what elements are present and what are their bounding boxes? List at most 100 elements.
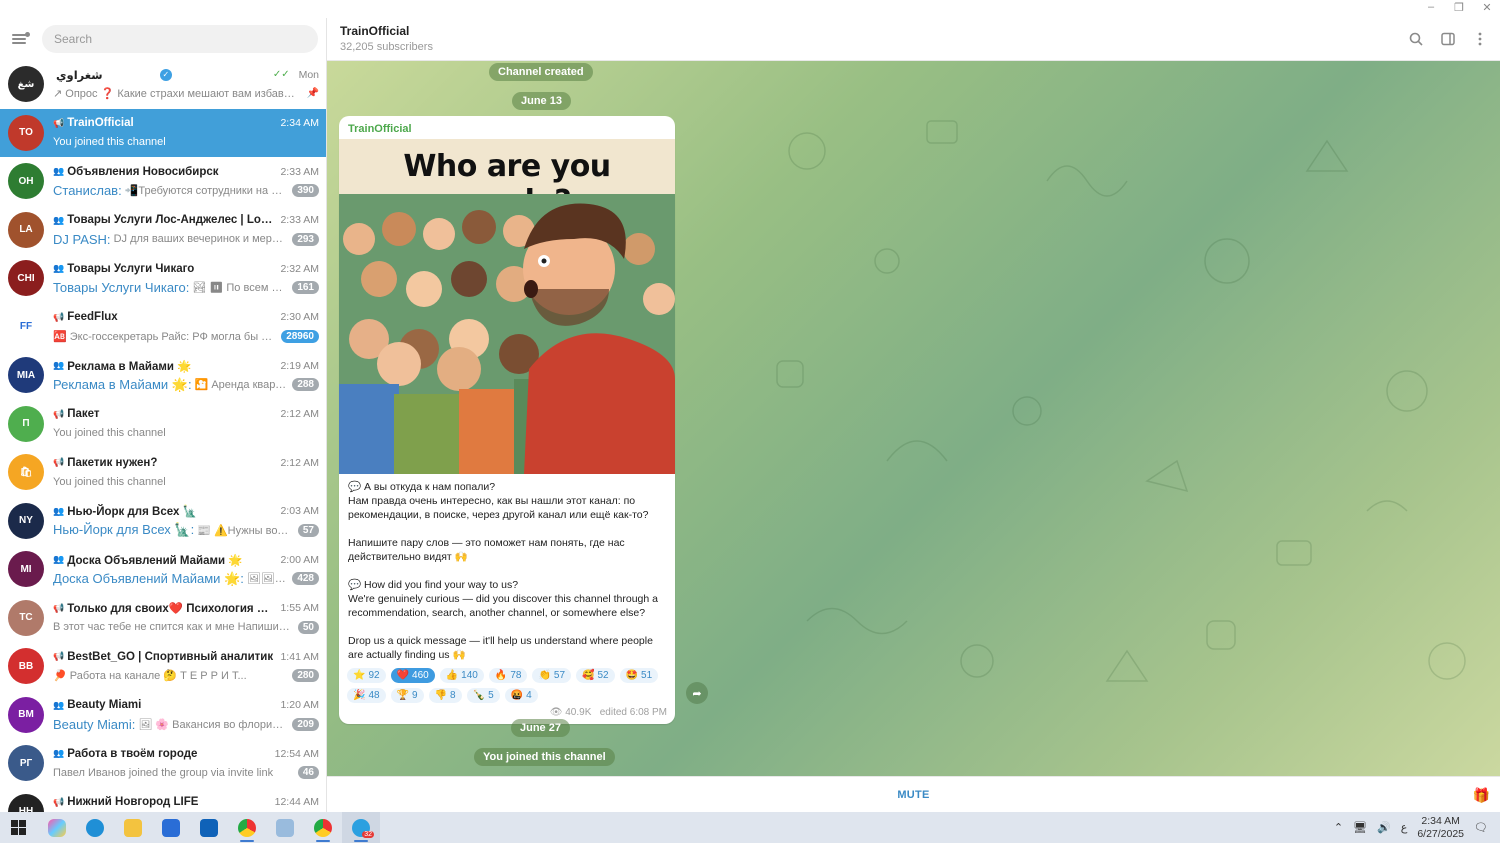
chat-list-item[interactable]: ОН 👥 Объявления Новосибирск 2:33 AM Стан… xyxy=(0,157,326,206)
chat-avatar[interactable]: НН xyxy=(8,793,44,812)
chat-type-icon: 👥 xyxy=(53,554,65,565)
notifications-icon[interactable]: 🗨 xyxy=(1474,821,1488,834)
chat-list-item[interactable]: CHI 👥 Товары Услуги Чикаго 2:32 AM Товар… xyxy=(0,254,326,303)
chat-avatar[interactable]: П xyxy=(8,405,44,442)
reaction-chip[interactable]: 🤬 4 xyxy=(504,688,538,703)
windows-start-icon[interactable] xyxy=(0,812,38,843)
post-image[interactable]: Who are you people? xyxy=(339,139,675,474)
gift-icon[interactable]: 🎁 xyxy=(1473,787,1490,804)
chat-avatar[interactable]: BM xyxy=(8,696,44,733)
maximize-button[interactable]: ❐ xyxy=(1452,1,1466,14)
outlook-icon[interactable] xyxy=(190,812,228,843)
reaction-chip[interactable]: ❤️ 460 xyxy=(390,668,435,683)
network-icon[interactable]: 🖥 xyxy=(1353,821,1367,834)
volume-icon[interactable]: 🔊 xyxy=(1377,821,1391,834)
reaction-chip[interactable]: 👎 8 xyxy=(428,688,462,703)
clock-date: 6/27/2025 xyxy=(1417,827,1465,840)
chat-list-item[interactable]: MI 👥 Доска Объявлений Майами 🌟 2:00 AM Д… xyxy=(0,545,326,594)
reaction-chip[interactable]: 🔥 78 xyxy=(488,668,528,683)
chat-title: Доска Объявлений Майами 🌟 xyxy=(67,554,243,567)
chat-avatar[interactable]: РГ xyxy=(8,745,44,782)
reaction-emoji: 🤬 xyxy=(510,690,524,701)
chat-type-icon: 👥 xyxy=(53,214,65,225)
crowd-illustration xyxy=(339,194,675,474)
microsoft-store-icon[interactable] xyxy=(152,812,190,843)
chat-title: TrainOfficial xyxy=(67,117,134,130)
reaction-count: 52 xyxy=(597,670,609,681)
reaction-chip[interactable]: 🥰 52 xyxy=(576,668,615,683)
channel-post[interactable]: TrainOfficial Who are you people? xyxy=(339,116,675,724)
chat-time: 1:55 AM xyxy=(280,602,319,615)
chrome-profile-icon[interactable] xyxy=(304,812,342,843)
minimize-button[interactable]: – xyxy=(1424,1,1438,14)
chat-type-icon: 📢 xyxy=(53,602,65,613)
chat-list-item[interactable]: MIA 👥 Реклама в Майами 🌟 2:19 AM Реклама… xyxy=(0,351,326,400)
reaction-emoji: 👎 xyxy=(434,690,448,701)
reaction-chip[interactable]: 👍 140 xyxy=(439,668,484,683)
copilot-icon[interactable] xyxy=(38,812,76,843)
chat-list-item[interactable]: LA 👥 Товары Услуги Лос-Анджелес | Los An… xyxy=(0,206,326,255)
chat-avatar[interactable]: شغ xyxy=(8,66,44,103)
date-separator-june-27: June 27 xyxy=(511,719,570,737)
chat-list-item[interactable]: BB 📢 BestBet_GO | Спортивный аналитик 1:… xyxy=(0,642,326,691)
reaction-emoji: 🔥 xyxy=(494,670,508,681)
chat-avatar[interactable]: 🛍 xyxy=(8,454,44,491)
chat-preview: 📰 ⚠️Нужны водители ... xyxy=(197,524,292,537)
search-icon[interactable] xyxy=(1408,31,1424,47)
chat-list-item[interactable]: NY 👥 Нью-Йорк для Всех 🗽 2:03 AM Нью-Йор… xyxy=(0,497,326,546)
chat-time: 2:30 AM xyxy=(280,311,319,324)
chat-avatar[interactable]: MI xyxy=(8,551,44,588)
reaction-emoji: 👏 xyxy=(538,670,551,681)
reaction-chip[interactable]: 👏 57 xyxy=(532,668,572,683)
reaction-chip[interactable]: 🤩 51 xyxy=(619,668,659,683)
chat-list-item[interactable]: НН 📢 Нижний Новгород LIFE 12:44 AM xyxy=(0,788,326,812)
reaction-chip[interactable]: 🎉 48 xyxy=(347,688,386,703)
close-button[interactable]: ✕ xyxy=(1480,1,1494,14)
chat-type-icon: 📢 xyxy=(53,408,65,419)
post-author[interactable]: TrainOfficial xyxy=(339,116,675,139)
search-input[interactable] xyxy=(54,32,306,46)
chat-avatar[interactable]: FF xyxy=(8,308,44,345)
file-explorer-icon[interactable] xyxy=(114,812,152,843)
chat-list-item[interactable]: 🛍 📢 Пакетик нужен? 2:12 AM You joined th… xyxy=(0,448,326,497)
chevron-up-icon[interactable]: ⌃ xyxy=(1334,821,1343,834)
chat-avatar[interactable]: LA xyxy=(8,211,44,248)
reaction-chip[interactable]: 🏆 9 xyxy=(390,688,424,703)
sidebar-toggle-icon[interactable] xyxy=(1440,31,1456,47)
chat-avatar[interactable]: TO xyxy=(8,114,44,151)
chat-time: 2:34 AM xyxy=(280,117,319,130)
chat-list-item[interactable]: П 📢 Пакет 2:12 AM You joined this channe… xyxy=(0,400,326,449)
chat-preview: You joined this channel xyxy=(53,427,166,440)
chat-list-item[interactable]: TO 📢 TrainOfficial 2:34 AM You joined th… xyxy=(0,108,326,157)
post-text: 💬 А вы откуда к нам попали? Нам правда о… xyxy=(348,481,658,661)
mute-button[interactable]: MUTE xyxy=(897,789,929,801)
chat-avatar[interactable]: BB xyxy=(8,648,44,685)
edge-browser-icon[interactable] xyxy=(76,812,114,843)
hamburger-menu-icon[interactable] xyxy=(12,32,30,46)
search-box[interactable] xyxy=(42,25,318,53)
chat-avatar[interactable]: CHI xyxy=(8,260,44,297)
chat-list-item[interactable]: РГ 👥 Работа в твоём городе 12:54 AM Паве… xyxy=(0,739,326,788)
chat-list-item[interactable]: شغ شغراوي ✓ ✓✓ Mon ↗ Опрос ❓ Какие страхи… xyxy=(0,60,326,109)
chat-avatar[interactable]: MIA xyxy=(8,357,44,394)
input-language[interactable]: ع xyxy=(1401,821,1408,834)
paint-app-icon[interactable] xyxy=(266,812,304,843)
chat-type-icon: 👥 xyxy=(53,699,65,710)
chat-list-item[interactable]: FF 📢 FeedFlux 2:30 AM 🆎 Экс-госсекретарь… xyxy=(0,303,326,352)
chat-avatar[interactable]: NY xyxy=(8,502,44,539)
chrome-icon[interactable] xyxy=(228,812,266,843)
share-arrow-icon[interactable]: ➦ xyxy=(686,682,708,704)
chat-list-item[interactable]: ТС 📢 Только для своих❤️ Психология ❤️ Са… xyxy=(0,594,326,643)
reaction-chip[interactable]: ⭐ 92 xyxy=(347,668,386,683)
chat-avatar[interactable]: ТС xyxy=(8,599,44,636)
preview-sender: Нью-Йорк для Всех 🗽: xyxy=(53,522,195,538)
more-options-icon[interactable] xyxy=(1472,31,1488,47)
chat-header[interactable]: TrainOfficial 32,205 subscribers xyxy=(327,18,1500,61)
chat-list-item[interactable]: BM 👥 Beauty Miami 1:20 AM Beauty Miami: … xyxy=(0,691,326,740)
reaction-chip[interactable]: 🍾 5 xyxy=(466,688,500,703)
system-clock[interactable]: 2:34 AM 6/27/2025 xyxy=(1417,815,1464,841)
chat-preview: DJ для ваших вечеринок и мероприят... xyxy=(113,233,287,246)
chat-title[interactable]: TrainOfficial xyxy=(340,24,1487,38)
chat-avatar[interactable]: ОН xyxy=(8,163,44,200)
telegram-icon[interactable]: 32 xyxy=(342,812,380,843)
